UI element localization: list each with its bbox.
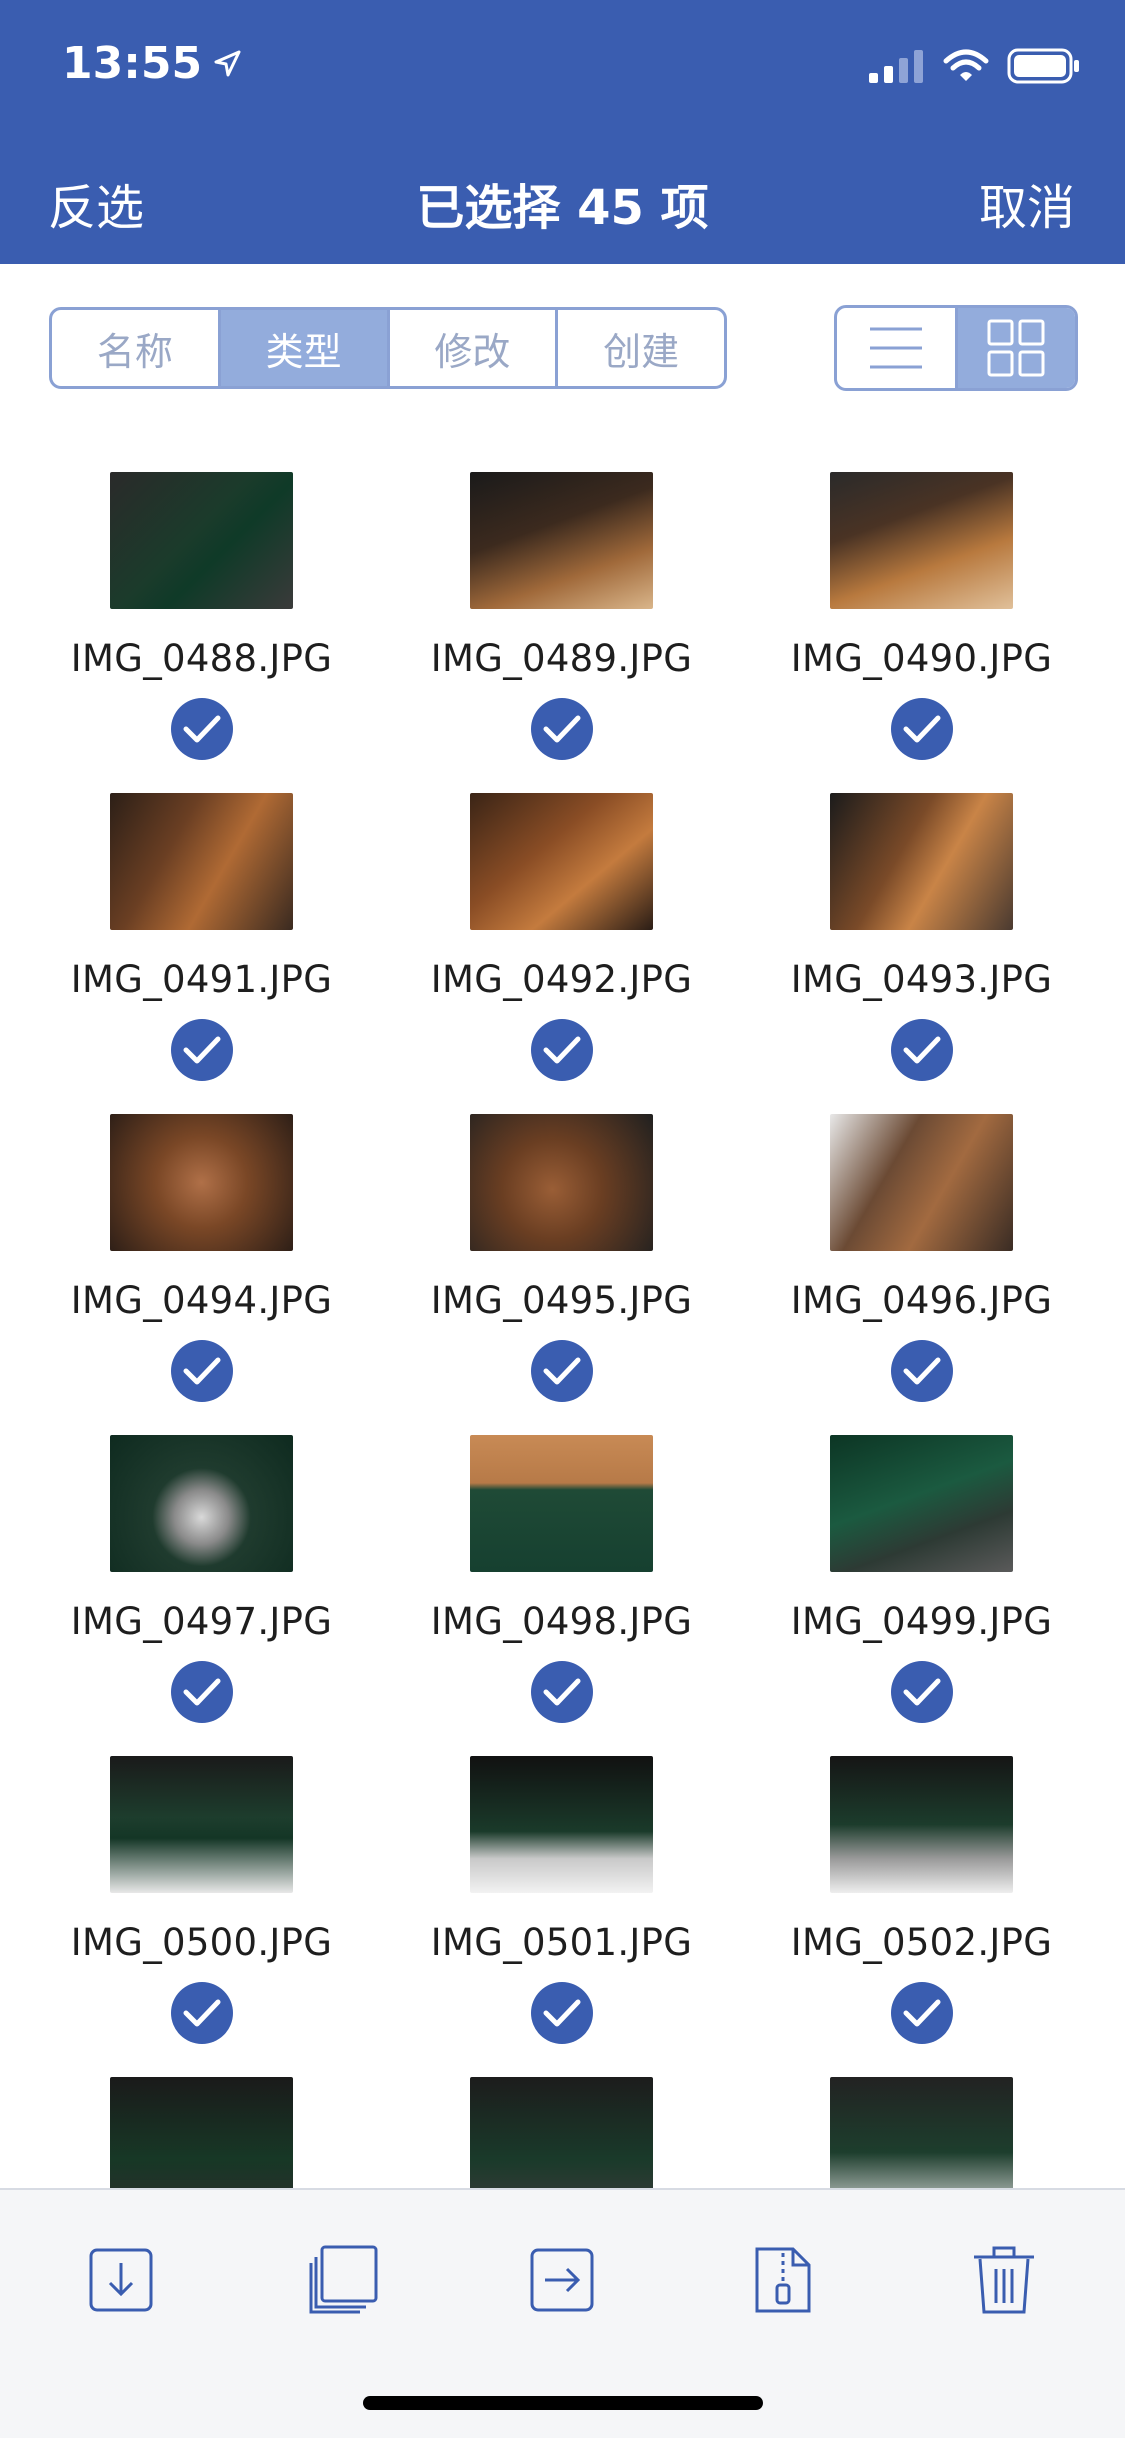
file-name: IMG_0493.JPG [790,958,1053,1001]
selected-check-icon[interactable] [531,1019,593,1081]
file-thumbnail [470,1114,653,1251]
file-name: IMG_0496.JPG [790,1279,1053,1322]
file-thumbnail [830,793,1013,930]
selected-check-icon[interactable] [891,1340,953,1402]
file-name: IMG_0497.JPG [70,1600,333,1643]
selected-check-icon[interactable] [171,698,233,760]
selected-check-icon[interactable] [891,698,953,760]
file-thumbnail [470,1435,653,1572]
selected-check-icon[interactable] [891,1661,953,1723]
file-name: IMG_0501.JPG [430,1921,693,1964]
file-thumbnail [110,793,293,930]
file-thumbnail [830,472,1013,609]
file-grid-item[interactable]: IMG_0499.JPG [739,1435,1099,1735]
file-grid-item[interactable]: IMG_0491.JPG [19,793,379,1093]
file-grid-item[interactable]: IMG_0496.JPG [739,1114,1099,1414]
download-button[interactable] [73,2232,169,2328]
file-grid-item[interactable]: IMG_0490.JPG [739,472,1099,772]
file-grid-item[interactable]: IMG_0502.JPG [739,1756,1099,2056]
trash-icon [974,2246,1034,2314]
file-grid-item[interactable]: IMG_0493.JPG [739,793,1099,1093]
file-name: IMG_0490.JPG [790,637,1053,680]
file-name: IMG_0498.JPG [430,1600,693,1643]
file-name: IMG_0488.JPG [70,637,333,680]
file-thumbnail [110,1435,293,1572]
file-thumbnail [470,472,653,609]
zip-icon [755,2247,811,2313]
file-thumbnail [470,793,653,930]
file-name: IMG_0489.JPG [430,637,693,680]
file-grid-item[interactable]: IMG_0495.JPG [379,1114,739,1414]
file-grid-item[interactable]: IMG_0500.JPG [19,1756,379,2056]
selected-check-icon[interactable] [531,1340,593,1402]
selected-check-icon[interactable] [531,1982,593,2044]
selected-check-icon[interactable] [171,1982,233,2044]
file-name: IMG_0491.JPG [70,958,333,1001]
file-grid-item[interactable]: IMG_0498.JPG [379,1435,739,1735]
file-grid-item[interactable]: IMG_0497.JPG [19,1435,379,1735]
file-thumbnail [110,472,293,609]
selected-check-icon[interactable] [171,1019,233,1081]
selected-check-icon[interactable] [171,1661,233,1723]
file-grid-item[interactable]: IMG_0501.JPG [379,1756,739,2056]
file-name: IMG_0495.JPG [430,1279,693,1322]
file-thumbnail-partial[interactable] [470,2077,653,2190]
file-thumbnail-partial[interactable] [110,2077,293,2190]
file-grid-item[interactable]: IMG_0488.JPG [19,472,379,772]
file-grid-item[interactable]: IMG_0494.JPG [19,1114,379,1414]
download-icon [89,2248,153,2312]
file-thumbnail [110,1756,293,1893]
delete-button[interactable] [956,2232,1052,2328]
file-name: IMG_0500.JPG [70,1921,333,1964]
copy-button[interactable] [295,2232,391,2328]
file-thumbnail [830,1114,1013,1251]
home-indicator[interactable] [363,2396,763,2410]
move-button[interactable] [514,2232,610,2328]
file-thumbnail [830,1435,1013,1572]
copy-icon [309,2245,378,2314]
file-thumbnail-partial[interactable] [830,2077,1013,2190]
file-thumbnail [830,1756,1013,1893]
file-grid-item[interactable]: IMG_0489.JPG [379,472,739,772]
file-thumbnail [470,1756,653,1893]
file-name: IMG_0499.JPG [790,1600,1053,1643]
file-thumbnail [110,1114,293,1251]
file-name: IMG_0494.JPG [70,1279,333,1322]
file-grid-item[interactable]: IMG_0492.JPG [379,793,739,1093]
file-name: IMG_0492.JPG [430,958,693,1001]
move-icon [530,2248,594,2312]
selected-check-icon[interactable] [891,1019,953,1081]
compress-button[interactable] [735,2232,831,2328]
file-grid: IMG_0488.JPG IMG_0489.JPG IMG_0490.JPG IMG_… [0,0,1125,2190]
selected-check-icon[interactable] [531,1661,593,1723]
selected-check-icon[interactable] [891,1982,953,2044]
selected-check-icon[interactable] [171,1340,233,1402]
file-name: IMG_0502.JPG [790,1921,1053,1964]
selected-check-icon[interactable] [531,698,593,760]
